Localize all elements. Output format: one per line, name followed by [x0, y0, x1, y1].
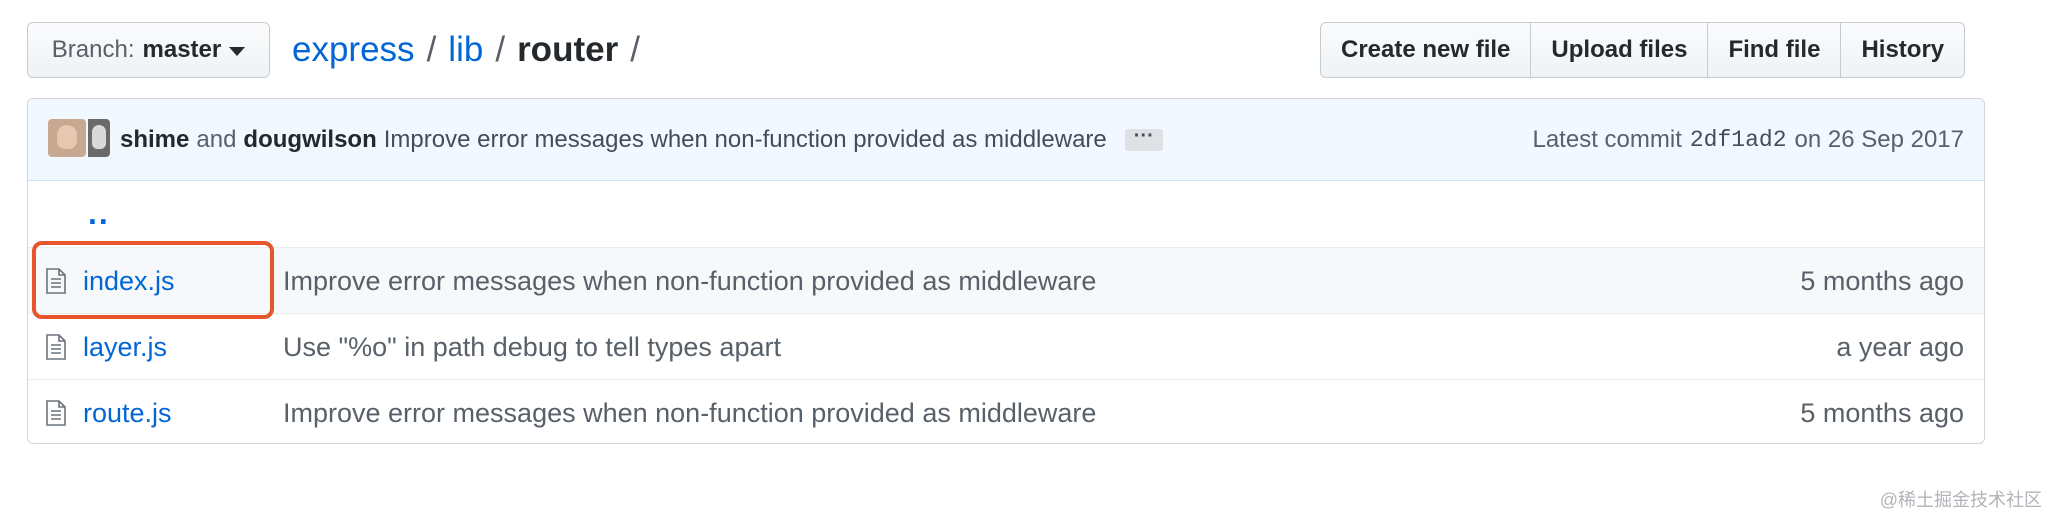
breadcrumb-current: router [517, 30, 619, 69]
latest-commit-label: Latest commit [1532, 126, 1682, 153]
commit-message-link[interactable]: Improve error messages when non-function… [384, 126, 1107, 154]
table-row: index.js Improve error messages when non… [28, 247, 1984, 313]
breadcrumb-lib-link[interactable]: lib [448, 30, 483, 70]
file-age: 5 months ago [1800, 397, 1964, 428]
file-commit-message-link[interactable]: Improve error messages when non-function… [283, 380, 1096, 443]
file-age: a year ago [1836, 331, 1964, 362]
watermark: @稀土掘金技术社区 [1879, 490, 2042, 510]
file-icon [46, 334, 66, 360]
caret-down-icon [229, 47, 246, 56]
latest-commit-bar: shime and dougwilson Improve error messa… [28, 99, 1984, 181]
find-file-button[interactable]: Find file [1707, 22, 1842, 78]
file-age: 5 months ago [1800, 265, 1964, 296]
commit-date: on 26 Sep 2017 [1794, 126, 1965, 153]
file-name-link[interactable]: layer.js [83, 314, 167, 380]
breadcrumb-repo-link[interactable]: express [292, 30, 415, 70]
parent-directory-row: .. [28, 181, 1984, 247]
file-actions-group: Create new file Upload files Find file H… [1320, 22, 1966, 78]
branch-value: master [142, 36, 222, 63]
file-icon [46, 400, 66, 426]
branch-selector[interactable]: Branch: master [27, 22, 270, 78]
history-button[interactable]: History [1840, 22, 1966, 78]
table-row: route.js Improve error messages when non… [28, 379, 1984, 443]
file-name-link[interactable]: route.js [83, 380, 172, 443]
file-commit-message-link[interactable]: Improve error messages when non-function… [283, 248, 1096, 314]
file-commit-message-link[interactable]: Use "%o" in path debug to tell types apa… [283, 314, 781, 380]
upload-files-button[interactable]: Upload files [1530, 22, 1709, 78]
parent-directory-link[interactable]: .. [88, 195, 110, 232]
expand-commit-button[interactable]: ··· [1124, 126, 1163, 151]
table-row: layer.js Use "%o" in path debug to tell … [28, 313, 1984, 379]
avatar[interactable] [48, 119, 86, 157]
file-table: shime and dougwilson Improve error messa… [27, 98, 1985, 444]
breadcrumb-separator: / [630, 30, 640, 69]
commit-sha-link[interactable]: 2df1ad2 [1690, 127, 1787, 153]
create-new-file-button[interactable]: Create new file [1320, 22, 1532, 78]
commit-author-link[interactable]: dougwilson [243, 126, 376, 154]
latest-commit-info: Latest commit 2df1ad2 on 26 Sep 2017 [1532, 99, 1964, 181]
avatar[interactable] [88, 119, 110, 157]
commit-and-text: and [196, 126, 237, 153]
commit-summary: shime and dougwilson Improve error messa… [120, 99, 1163, 181]
branch-label: Branch: [51, 36, 135, 63]
breadcrumb-separator: / [426, 30, 437, 69]
commit-author-link[interactable]: shime [120, 126, 189, 154]
highlight-annotation-box [32, 241, 274, 319]
breadcrumb-separator: / [495, 30, 506, 69]
breadcrumb: express / lib / router / [292, 24, 652, 76]
